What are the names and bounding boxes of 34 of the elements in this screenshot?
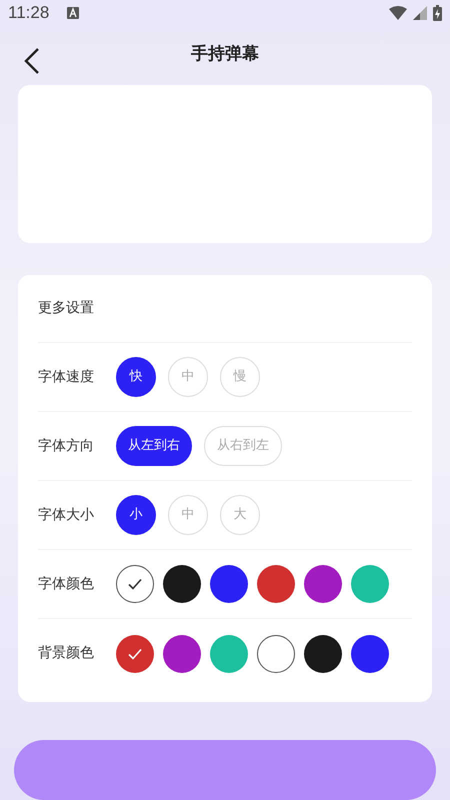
status-time: 11:28: [8, 2, 50, 24]
color-swatch[interactable]: [116, 565, 154, 603]
setting-label: 背景颜色: [38, 644, 95, 663]
option-chip[interactable]: 中: [168, 495, 208, 535]
color-swatch[interactable]: [351, 565, 389, 603]
setting-label: 字体大小: [38, 506, 95, 524]
color-swatch[interactable]: [116, 634, 154, 672]
battery-icon: [433, 4, 442, 21]
setting-label: 字体颜色: [38, 574, 95, 594]
color-swatch[interactable]: [257, 634, 295, 672]
wifi-icon: [389, 6, 407, 20]
color-swatch[interactable]: [210, 634, 248, 672]
color-swatch[interactable]: [210, 565, 248, 603]
notification-icon: [67, 6, 80, 19]
option-chip[interactable]: 小: [116, 495, 156, 535]
option-chip[interactable]: 大: [220, 495, 260, 535]
color-swatch[interactable]: [163, 565, 201, 603]
signal-icon: [413, 6, 427, 20]
option-chip[interactable]: 中: [168, 357, 208, 397]
page-title: 手持弹幕: [191, 43, 259, 66]
color-swatch[interactable]: [304, 634, 342, 672]
color-swatch[interactable]: [257, 565, 295, 603]
option-chip[interactable]: 从左到右: [116, 426, 192, 466]
setting-label: 字体方向: [38, 436, 95, 456]
option-chip[interactable]: 快: [116, 357, 156, 397]
color-swatch[interactable]: [163, 634, 201, 672]
option-chip[interactable]: 慢: [220, 357, 260, 397]
back-icon: [24, 48, 40, 74]
section-title: 更多设置: [38, 299, 94, 318]
option-chip[interactable]: 从右到左: [204, 426, 282, 466]
check-icon: [127, 576, 143, 592]
color-swatch[interactable]: [351, 634, 389, 672]
color-swatch[interactable]: [304, 565, 342, 603]
setting-label: 字体速度: [38, 368, 95, 386]
